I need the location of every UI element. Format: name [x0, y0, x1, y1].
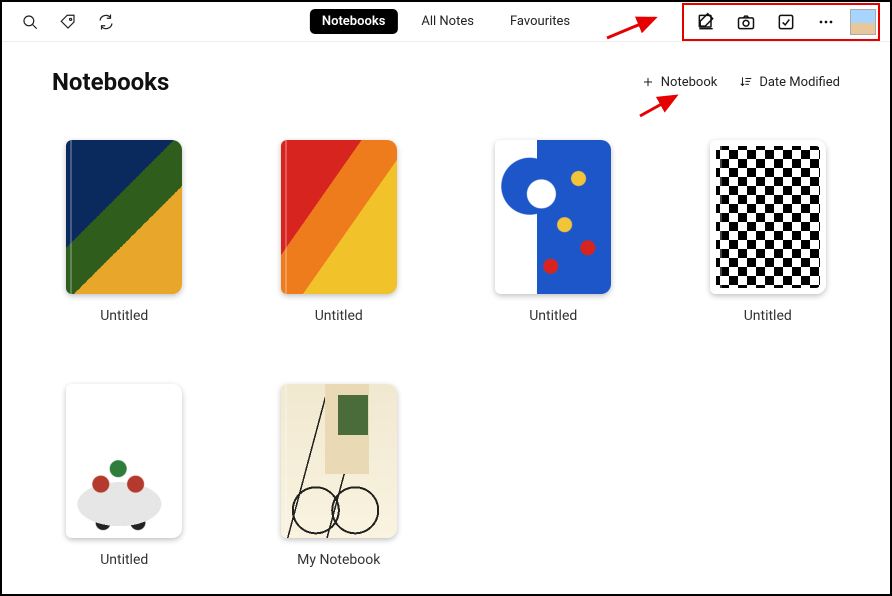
- tag-icon: [59, 13, 77, 31]
- notebooks-grid: Untitled Untitled Untitled Untitled Unti…: [52, 140, 840, 568]
- content-area: Notebooks Notebook Date Modified Untitle…: [2, 42, 890, 568]
- avatar[interactable]: [850, 9, 876, 35]
- add-notebook-button[interactable]: Notebook: [641, 75, 718, 90]
- notebook-cover: [281, 140, 397, 294]
- new-note-button[interactable]: [686, 7, 726, 37]
- compose-icon: [696, 12, 716, 32]
- more-horizontal-icon: [816, 12, 836, 32]
- notebook-name: My Notebook: [297, 552, 380, 568]
- title-actions: Notebook Date Modified: [641, 75, 840, 90]
- app-frame: Notebooks All Notes Favourites Notebooks: [0, 0, 892, 596]
- more-button[interactable]: [806, 7, 846, 37]
- page-title: Notebooks: [52, 68, 169, 96]
- tab-favourites[interactable]: Favourites: [498, 9, 582, 34]
- sort-button[interactable]: Date Modified: [739, 75, 840, 90]
- notebook-item[interactable]: My Notebook: [267, 384, 412, 568]
- search-button[interactable]: [20, 12, 40, 32]
- notebook-cover: [710, 140, 826, 294]
- sync-icon: [97, 13, 115, 31]
- title-row: Notebooks Notebook Date Modified: [52, 68, 840, 96]
- notebook-cover: [66, 140, 182, 294]
- notebook-cover: [281, 384, 397, 538]
- top-nav-tabs: Notebooks All Notes Favourites: [310, 9, 582, 34]
- camera-icon: [736, 12, 756, 32]
- notebook-name: Untitled: [100, 308, 148, 324]
- notebook-cover: [66, 384, 182, 538]
- plus-icon: [641, 75, 655, 89]
- sort-icon: [739, 75, 753, 89]
- top-bar-right-icons: [682, 3, 880, 41]
- sort-label: Date Modified: [759, 75, 840, 90]
- tag-button[interactable]: [58, 12, 78, 32]
- notebook-item[interactable]: Untitled: [52, 384, 197, 568]
- search-icon: [21, 13, 39, 31]
- notebook-item[interactable]: Untitled: [267, 140, 412, 324]
- notebook-name: Untitled: [529, 308, 577, 324]
- add-notebook-label: Notebook: [661, 75, 718, 90]
- notebook-item[interactable]: Untitled: [52, 140, 197, 324]
- tab-all-notes[interactable]: All Notes: [409, 9, 486, 34]
- top-bar-left-icons: [20, 12, 116, 32]
- camera-button[interactable]: [726, 7, 766, 37]
- checkbox-icon: [776, 12, 796, 32]
- notebook-name: Untitled: [744, 308, 792, 324]
- notebook-name: Untitled: [100, 552, 148, 568]
- notebook-name: Untitled: [315, 308, 363, 324]
- notebook-item[interactable]: Untitled: [696, 140, 841, 324]
- tab-notebooks[interactable]: Notebooks: [310, 9, 398, 34]
- notebook-item[interactable]: Untitled: [481, 140, 626, 324]
- sync-button[interactable]: [96, 12, 116, 32]
- notebook-cover: [495, 140, 611, 294]
- checklist-button[interactable]: [766, 7, 806, 37]
- top-bar: Notebooks All Notes Favourites: [2, 2, 890, 42]
